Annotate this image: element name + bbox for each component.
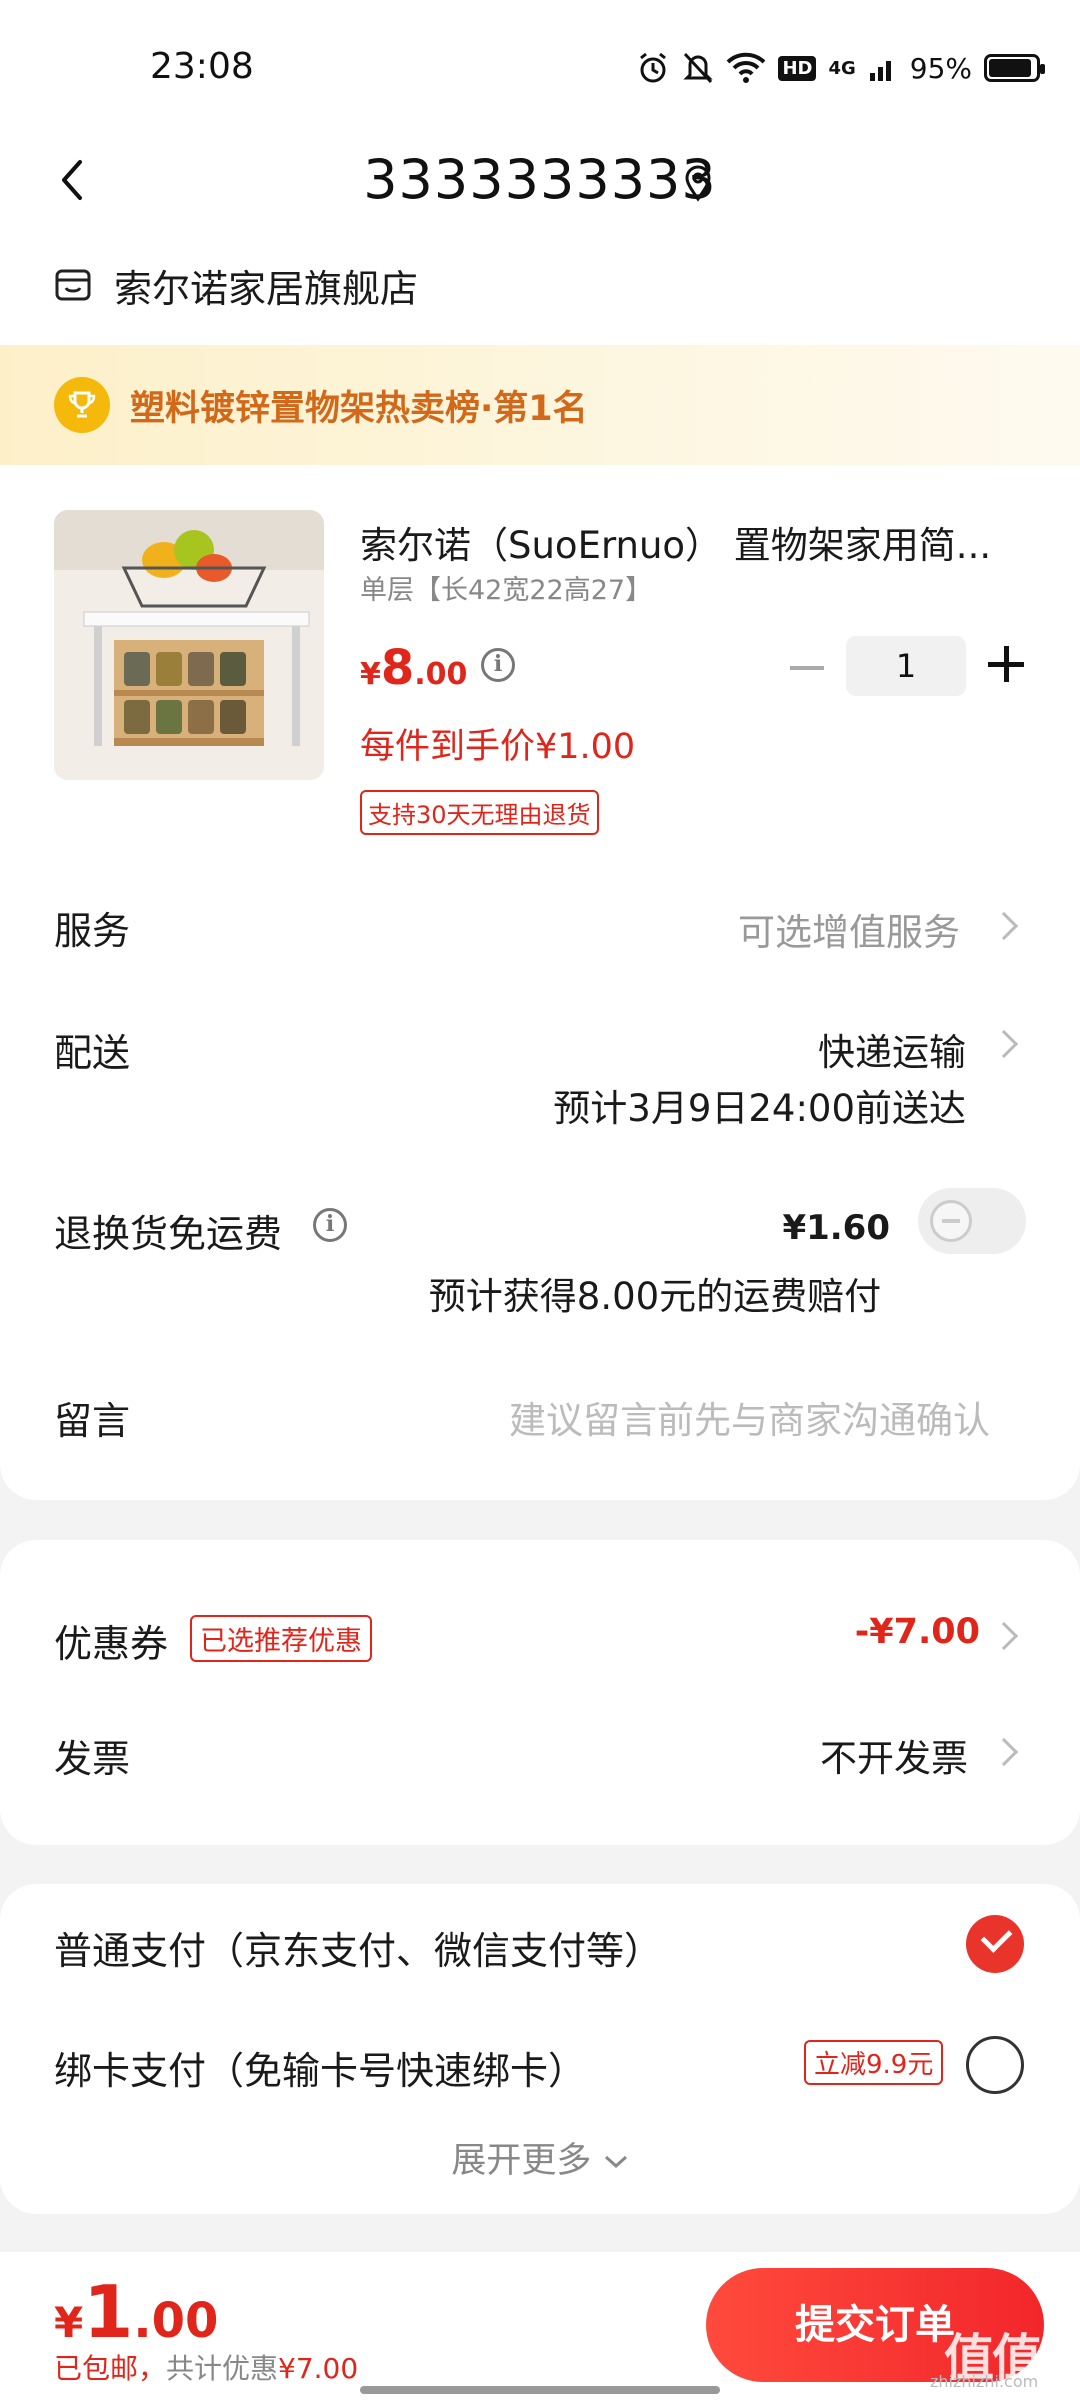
- freight-price: ¥1.60: [782, 1208, 890, 1248]
- signal-icon: [869, 61, 891, 81]
- freight-insurance-label: 退换货免运费: [54, 1212, 283, 1256]
- delivery-method[interactable]: 快递运输: [818, 1022, 966, 1076]
- status-bar: 23:08 HD 4G 95%: [0, 0, 1080, 130]
- shop-header[interactable]: 索尔诺家居旗舰店: [54, 260, 419, 311]
- watermark-url: zhizhizhi.com: [930, 2372, 1039, 2391]
- unit-price: 每件到手价¥1.00: [360, 727, 636, 767]
- invoice-label: 发票: [54, 1737, 131, 1781]
- network-type: 4G: [828, 57, 856, 79]
- wifi-icon: [727, 52, 766, 83]
- alarm-icon: [640, 52, 667, 83]
- bottom-note: 已包邮，共计优惠¥7.00: [54, 2352, 359, 2385]
- status-icons: HD 4G 95%: [636, 48, 1045, 88]
- product-price: ¥8.00: [360, 640, 468, 696]
- page-title[interactable]: 3333333333: [0, 148, 1080, 211]
- invoice-value[interactable]: 不开发票: [820, 1728, 968, 1782]
- quantity-increase-button[interactable]: [988, 646, 1024, 682]
- coupon-tag: 已选推荐优惠: [190, 1615, 372, 1662]
- radio-selected-icon[interactable]: [966, 1915, 1024, 1973]
- message-label: 留言: [54, 1399, 131, 1443]
- status-time: 23:08: [150, 46, 254, 87]
- service-value[interactable]: 可选增值服务: [738, 902, 960, 956]
- shop-icon: [55, 269, 91, 301]
- toggle-knob: [930, 1200, 972, 1242]
- mute-icon: [683, 52, 714, 84]
- coupon-label: 优惠券: [54, 1622, 169, 1666]
- battery-percent: 95%: [909, 51, 972, 85]
- quantity-value[interactable]: 1: [846, 636, 966, 696]
- rank-text: 塑料镀锌置物架热卖榜·第1名: [130, 388, 588, 429]
- quantity-decrease-button[interactable]: [790, 666, 824, 670]
- home-indicator[interactable]: [360, 2386, 720, 2394]
- radio-unselected-icon[interactable]: [966, 2036, 1024, 2094]
- expand-more-button[interactable]: 展开更多: [0, 2132, 1080, 2183]
- hd-icon: HD: [778, 55, 817, 81]
- location-pin-icon[interactable]: [683, 164, 713, 202]
- message-input[interactable]: 建议留言前先与商家沟通确认: [509, 1390, 990, 1444]
- delivery-label: 配送: [54, 1031, 131, 1075]
- rank-banner[interactable]: 塑料镀锌置物架热卖榜·第1名: [0, 345, 1080, 465]
- return-policy-badge: 支持30天无理由退货: [360, 790, 599, 835]
- product-title[interactable]: 索尔诺（SuoErnuo） 置物架家用简...: [360, 515, 1000, 569]
- battery-icon: [984, 54, 1045, 82]
- trophy-icon: [54, 377, 110, 433]
- card-discount-tag: 立减9.9元: [804, 2040, 944, 2085]
- service-label: 服务: [54, 909, 131, 953]
- delivery-eta: 预计3月9日24:00前送达: [553, 1087, 966, 1130]
- payment-option-normal[interactable]: 普通支付（京东支付、微信支付等）: [54, 1920, 662, 1975]
- product-spec[interactable]: 单层【长42宽22高27】: [360, 568, 652, 607]
- chevron-down-icon: [604, 2155, 627, 2169]
- payment-option-card[interactable]: 绑卡支付（免输卡号快速绑卡）: [54, 2040, 586, 2095]
- discount-card: [0, 1540, 1080, 1845]
- shop-name: 索尔诺家居旗舰店: [114, 266, 419, 311]
- coupon-value[interactable]: -¥7.00: [855, 1612, 980, 1652]
- freight-insurance-toggle[interactable]: [918, 1188, 1026, 1254]
- freight-info-icon[interactable]: i: [313, 1208, 347, 1242]
- total-price: ¥1.00: [54, 2270, 219, 2354]
- price-info-icon[interactable]: i: [481, 648, 515, 682]
- product-image[interactable]: [54, 510, 324, 780]
- freight-note: 预计获得8.00元的运费赔付: [428, 1275, 882, 1318]
